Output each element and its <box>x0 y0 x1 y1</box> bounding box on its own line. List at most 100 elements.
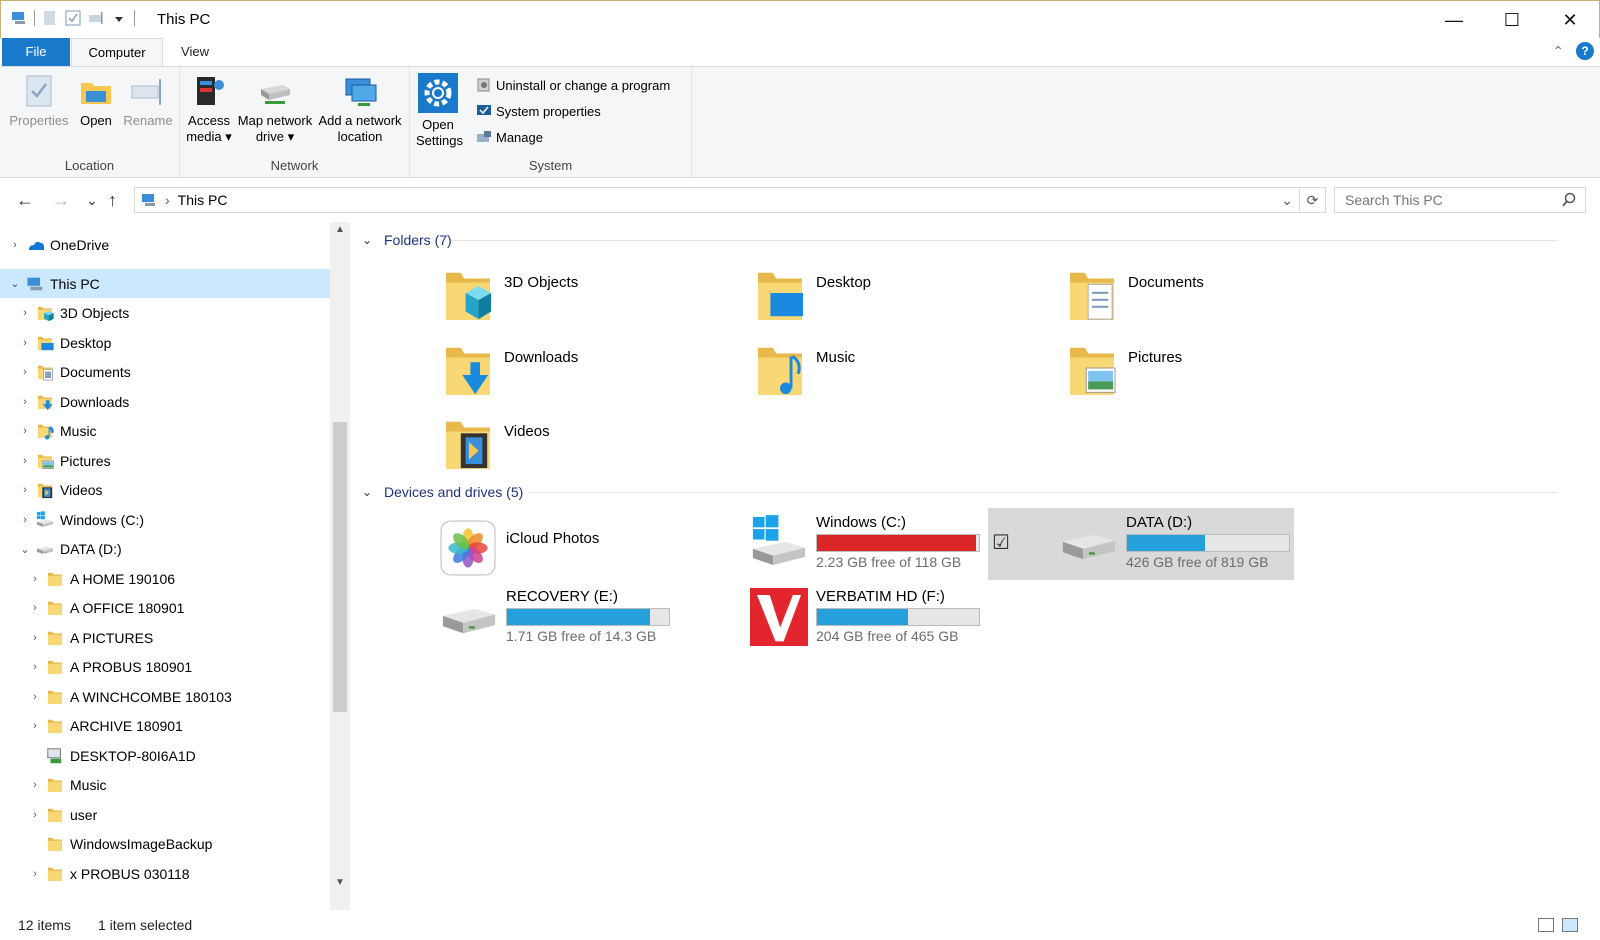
tree-expand-chevron-icon[interactable]: › <box>8 239 22 251</box>
customize-qat-chevron-icon[interactable] <box>111 10 127 26</box>
tree-expand-chevron-icon[interactable]: › <box>18 396 32 408</box>
tree-item[interactable]: › Music <box>0 417 330 446</box>
address-dropdown-icon[interactable]: ⌄ <box>1281 192 1293 209</box>
tree-item[interactable]: WindowsImageBackup <box>0 830 330 859</box>
tree-item[interactable]: › Music <box>0 771 330 800</box>
access-media-button[interactable]: Access media ▾ <box>184 73 234 145</box>
tree-expand-chevron-icon[interactable]: › <box>28 632 42 644</box>
refresh-button[interactable]: ⟳ <box>1300 187 1326 213</box>
selection-count: 1 item selected <box>98 917 193 933</box>
tree-item[interactable]: › A PICTURES <box>0 623 330 652</box>
open-settings-button[interactable]: Open Settings <box>416 73 463 149</box>
folder-tile[interactable]: Documents <box>1068 264 1368 330</box>
tab-file[interactable]: File <box>2 38 70 66</box>
tree-item[interactable]: › x PROBUS 030118 <box>0 859 330 888</box>
drives-section-header[interactable]: ⌄ Devices and drives (5) <box>362 480 523 504</box>
folder-tile[interactable]: Downloads <box>444 339 744 405</box>
rename-button[interactable]: Rename <box>120 73 176 129</box>
folder-tile[interactable]: Pictures <box>1068 339 1368 405</box>
tree-expand-chevron-icon[interactable]: › <box>28 868 42 880</box>
manage-button[interactable]: Manage <box>476 129 543 145</box>
drive-tile[interactable]: ☑ DATA (D:) 426 GB free of 819 GB <box>988 508 1294 580</box>
selection-checkbox[interactable]: ☑ <box>992 530 1010 555</box>
tree-expand-chevron-icon[interactable]: › <box>28 602 42 614</box>
tree-item[interactable]: DESKTOP-80I6A1D <box>0 741 330 770</box>
scroll-down-arrow[interactable]: ▼ <box>330 877 350 888</box>
tree-item[interactable]: › Videos <box>0 476 330 505</box>
recent-locations-chevron-icon[interactable]: ⌄ <box>86 192 98 209</box>
properties-button[interactable]: Properties <box>8 73 70 129</box>
tree-item[interactable]: › user <box>0 800 330 829</box>
tree-expand-chevron-icon[interactable]: › <box>18 425 32 437</box>
tree-item[interactable]: › Documents <box>0 358 330 387</box>
tree-item[interactable]: ⌄ This PC <box>0 269 330 298</box>
folder-name: Desktop <box>816 274 872 291</box>
tree-item[interactable]: › OneDrive <box>0 230 330 259</box>
open-button[interactable]: Open <box>74 73 118 129</box>
folder-tile[interactable]: 3D Objects <box>444 264 744 330</box>
folders-collapse-chevron-icon[interactable]: ⌄ <box>362 233 376 247</box>
tree-item[interactable]: › A OFFICE 180901 <box>0 594 330 623</box>
folder-tile[interactable]: Music <box>756 339 1056 405</box>
tree-expand-chevron-icon[interactable]: › <box>18 455 32 467</box>
breadcrumb[interactable]: This PC <box>178 192 228 208</box>
breadcrumb-separator[interactable]: › <box>165 192 170 208</box>
close-button[interactable]: ✕ <box>1541 1 1599 39</box>
tree-expand-chevron-icon[interactable]: › <box>18 337 32 349</box>
drive-tile[interactable]: iCloud Photos <box>440 514 750 586</box>
maximize-button[interactable]: ☐ <box>1483 1 1541 39</box>
address-bar[interactable]: › This PC ⌄ <box>134 187 1300 213</box>
tree-item[interactable]: › Pictures <box>0 446 330 475</box>
tree-expand-chevron-icon[interactable]: › <box>28 720 42 732</box>
tree-item[interactable]: ⌄ DATA (D:) <box>0 535 330 564</box>
system-properties-button[interactable]: System properties <box>476 103 601 119</box>
add-network-location-button[interactable]: Add a network location <box>314 73 406 145</box>
tree-item[interactable]: › Desktop <box>0 328 330 357</box>
forward-button[interactable]: → <box>52 190 70 211</box>
search-icon[interactable] <box>1561 192 1577 211</box>
tree-expand-chevron-icon[interactable]: › <box>18 484 32 496</box>
search-input[interactable] <box>1335 188 1545 212</box>
music-folder-icon <box>756 339 804 397</box>
tree-item[interactable]: › A PROBUS 180901 <box>0 653 330 682</box>
help-icon[interactable]: ? <box>1576 42 1594 60</box>
tree-expand-chevron-icon[interactable]: › <box>28 691 42 703</box>
tree-item[interactable]: › ARCHIVE 180901 <box>0 712 330 741</box>
navigation-pane-scrollbar[interactable]: ▲ ▼ <box>330 222 350 910</box>
up-button[interactable]: ↑ <box>108 190 117 211</box>
drive-tile[interactable]: VERBATIM HD (F:) 204 GB free of 465 GB <box>750 582 1060 654</box>
drive-tile[interactable]: RECOVERY (E:) 1.71 GB free of 14.3 GB <box>440 582 750 654</box>
tree-expand-chevron-icon[interactable]: › <box>28 779 42 791</box>
tree-expand-chevron-icon[interactable]: › <box>28 661 42 673</box>
checkmark-qat-icon[interactable] <box>65 10 81 26</box>
folders-section-header[interactable]: ⌄ Folders (7) <box>362 228 452 252</box>
scroll-up-arrow[interactable]: ▲ <box>330 224 350 235</box>
tree-item[interactable]: › 3D Objects <box>0 299 330 328</box>
tree-expand-chevron-icon[interactable]: ⌄ <box>8 277 22 290</box>
back-button[interactable]: ← <box>16 190 34 211</box>
tree-item[interactable]: › A WINCHCOMBE 180103 <box>0 682 330 711</box>
collapse-ribbon-icon[interactable]: ⌃ <box>1552 43 1564 60</box>
minimize-button[interactable]: — <box>1425 1 1483 39</box>
large-icons-view-icon[interactable] <box>1562 918 1578 932</box>
tree-item[interactable]: › A HOME 190106 <box>0 564 330 593</box>
details-view-icon[interactable] <box>1538 918 1554 932</box>
drives-collapse-chevron-icon[interactable]: ⌄ <box>362 485 376 499</box>
tree-item[interactable]: › Downloads <box>0 387 330 416</box>
rename-qat-icon[interactable] <box>88 10 104 26</box>
tree-item[interactable]: › Windows (C:) <box>0 505 330 534</box>
folder-tile[interactable]: Videos <box>444 413 744 479</box>
tree-expand-chevron-icon[interactable]: › <box>18 366 32 378</box>
properties-qat-icon[interactable] <box>42 10 58 26</box>
folder-tile[interactable]: Desktop <box>756 264 1056 330</box>
tree-expand-chevron-icon[interactable]: › <box>28 573 42 585</box>
scrollbar-thumb[interactable] <box>333 422 347 712</box>
tree-expand-chevron-icon[interactable]: › <box>18 514 32 526</box>
tree-expand-chevron-icon[interactable]: › <box>28 809 42 821</box>
tree-expand-chevron-icon[interactable]: ⌄ <box>18 543 32 556</box>
tab-computer[interactable]: Computer <box>71 38 163 66</box>
uninstall-program-button[interactable]: Uninstall or change a program <box>476 77 670 93</box>
tab-view[interactable]: View <box>170 38 220 66</box>
map-network-drive-button[interactable]: Map network drive ▾ <box>236 73 314 145</box>
tree-expand-chevron-icon[interactable]: › <box>18 307 32 319</box>
